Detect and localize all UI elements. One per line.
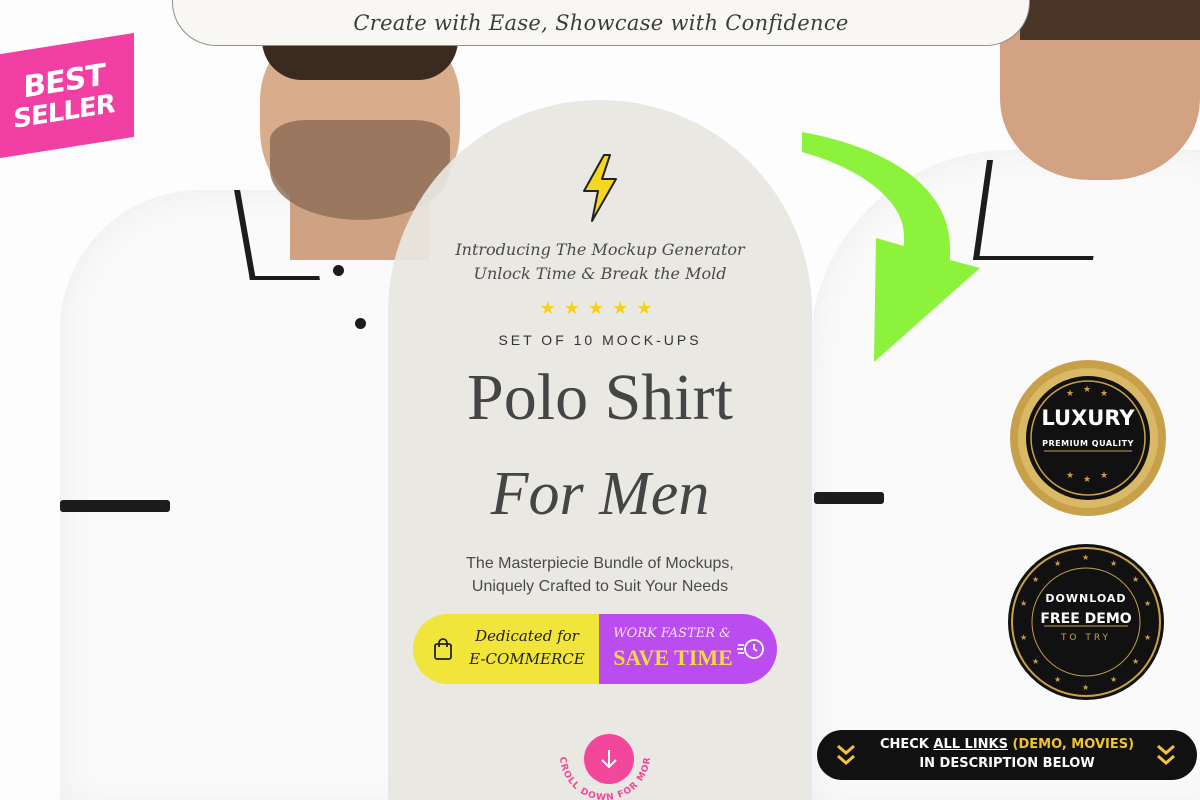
product-banner: Create with Ease, Showcase with Confiden… [0,0,1200,800]
desc-line2: Uniquely Crafted to Suit Your Needs [471,578,729,595]
svg-text:★: ★ [1054,559,1061,568]
svg-text:★: ★ [1132,657,1139,666]
svg-text:★: ★ [1110,559,1117,568]
tagline-banner: Create with Ease, Showcase with Confiden… [172,0,1030,46]
intro-text: Introducing The Mockup Generator Unlock … [400,238,800,286]
svg-text:★: ★ [1032,657,1039,666]
rating-stars: ★★★★★ [539,298,661,318]
demo-line1: DOWNLOAD [1045,592,1127,605]
desc-line1: The Masterpiecie Bundle of Mockups, [466,555,734,572]
set-label: SET OF 10 MOCK-UPS [498,332,702,348]
luxury-title: LUXURY [1041,406,1135,430]
ecommerce-line1: Dedicated for [475,627,579,645]
links-bar[interactable]: CHECK ALL LINKS (DEMO, MOVIES) IN DESCRI… [817,730,1197,780]
green-arrow-icon [802,132,980,362]
svg-text:★: ★ [1032,575,1039,584]
save-time-line2: SAVE TIME [613,645,733,670]
links-all-links-text[interactable]: ALL LINKS [933,737,1008,752]
svg-text:★: ★ [1132,575,1139,584]
chevron-down-icon [1157,744,1175,765]
lightning-icon [583,154,617,222]
svg-text:★: ★ [1066,470,1074,480]
svg-text:★: ★ [1110,675,1117,684]
feature-pill: Dedicated for E-COMMERCE WORK FASTER & S… [413,614,777,684]
demo-line2: FREE DEMO [1040,611,1132,627]
svg-text:★: ★ [1100,470,1108,480]
luxury-subtitle: PREMIUM QUALITY [1042,439,1134,448]
arrow-down-icon [601,750,617,769]
save-time-feature: WORK FASTER & SAVE TIME [599,614,777,684]
svg-text:★: ★ [1054,675,1061,684]
links-check-text: CHECK [879,737,929,752]
intro-line2: Unlock Time & Break the Mold [473,264,727,283]
ecommerce-feature: Dedicated for E-COMMERCE [413,614,599,684]
ecommerce-line2: E-COMMERCE [469,650,585,668]
links-paren-text: (DEMO, MOVIES) [1012,737,1135,752]
intro-line1: Introducing The Mockup Generator [455,240,745,259]
tagline-text: Create with Ease, Showcase with Confiden… [353,11,849,35]
product-title-line1: Polo Shirt [467,361,733,434]
svg-text:★: ★ [1100,388,1108,398]
svg-text:★: ★ [1083,384,1091,394]
product-title-line2: For Men [490,460,710,528]
clock-icon [737,639,764,659]
svg-text:★: ★ [1082,553,1089,562]
svg-text:★: ★ [1082,683,1089,692]
links-line2: IN DESCRIPTION BELOW [919,756,1095,771]
save-time-line1: WORK FASTER & [613,626,731,641]
shopping-bag-icon [434,638,452,660]
product-description: The Masterpiecie Bundle of Mockups, Uniq… [400,552,800,598]
demo-line3: TO TRY [1060,633,1112,643]
chevron-down-icon [837,744,855,765]
svg-text:★: ★ [1066,388,1074,398]
luxury-seal-icon: ★ ★ ★ ★ ★ ★ [1010,360,1166,516]
scroll-down-button[interactable] [584,734,634,784]
svg-text:★: ★ [1083,474,1091,484]
links-line1: CHECK ALL LINKS (DEMO, MOVIES) [857,737,1157,752]
